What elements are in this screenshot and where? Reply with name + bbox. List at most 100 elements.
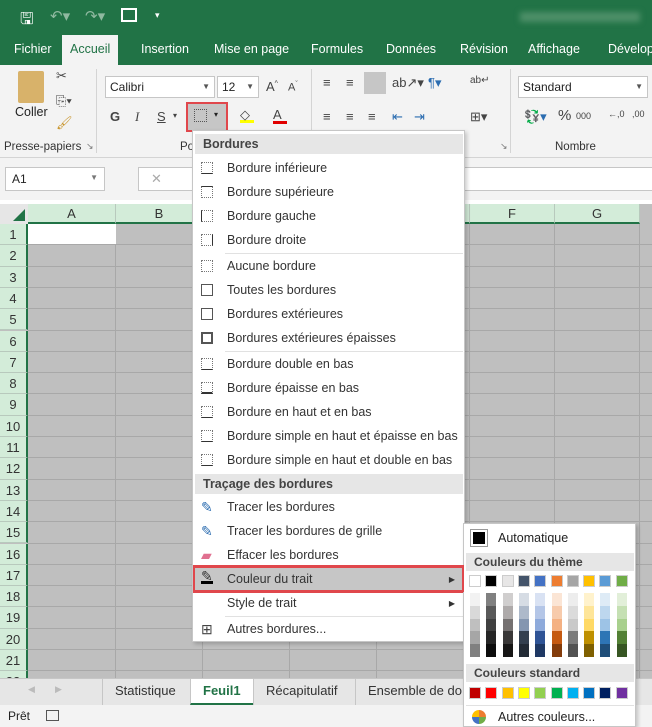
theme-shade-swatch[interactable]: [566, 605, 579, 619]
prev-sheet-icon[interactable]: ◀: [28, 684, 35, 695]
standard-color-swatch[interactable]: [599, 687, 612, 699]
tab-4[interactable]: Formules: [303, 35, 371, 65]
row-header-19[interactable]: 19: [0, 607, 28, 629]
decrease-decimal-icon[interactable]: ,00: [632, 109, 645, 119]
theme-shade-swatch[interactable]: [501, 618, 514, 632]
wrap-text-icon[interactable]: ab↵: [470, 75, 490, 86]
theme-shade-swatch[interactable]: [517, 618, 530, 632]
underline-button[interactable]: S: [157, 109, 166, 124]
fill-color-icon[interactable]: ◇: [240, 107, 254, 123]
theme-shade-swatch[interactable]: [469, 644, 481, 657]
tab-8[interactable]: Développ: [600, 35, 652, 65]
theme-shade-swatch[interactable]: [566, 644, 579, 657]
bold-button[interactable]: G: [110, 109, 120, 124]
theme-shade-swatch[interactable]: [485, 644, 498, 657]
theme-color-swatch[interactable]: [485, 575, 498, 587]
theme-shade-swatch[interactable]: [501, 631, 514, 645]
customize-icon[interactable]: ▾: [155, 10, 160, 21]
form-icon[interactable]: [121, 8, 137, 22]
theme-color-swatch[interactable]: [566, 575, 579, 587]
row-header-3[interactable]: 3: [0, 266, 28, 288]
menu-item-border-11[interactable]: Bordure simple en haut et épaisse en bas: [195, 425, 463, 448]
theme-shade-swatch[interactable]: [599, 618, 612, 632]
standard-color-swatch[interactable]: [469, 687, 481, 699]
column-header-G[interactable]: G: [555, 204, 640, 224]
increase-indent-icon[interactable]: ⇥: [414, 109, 425, 125]
menu-item-border-2[interactable]: Bordure gauche: [195, 205, 463, 228]
align-bottom-button[interactable]: [364, 72, 386, 94]
select-all-button[interactable]: [0, 204, 28, 224]
align-center-icon[interactable]: ≡: [346, 109, 354, 124]
theme-shade-swatch[interactable]: [534, 618, 547, 632]
theme-shade-swatch[interactable]: [615, 593, 628, 606]
row-header-17[interactable]: 17: [0, 564, 28, 587]
theme-color-swatch[interactable]: [599, 575, 612, 587]
theme-color-swatch[interactable]: [550, 575, 563, 587]
menu-item-draw-4[interactable]: Style de trait ▶: [195, 592, 463, 615]
theme-shade-swatch[interactable]: [517, 605, 530, 619]
theme-shade-swatch[interactable]: [469, 605, 481, 619]
percent-button[interactable]: %: [558, 107, 571, 124]
tab-2[interactable]: Insertion: [133, 35, 197, 65]
menu-item-draw-0[interactable]: ✎ Tracer les bordures: [195, 496, 463, 519]
theme-shade-swatch[interactable]: [566, 593, 579, 606]
theme-color-swatch[interactable]: [615, 575, 628, 587]
row-header-16[interactable]: 16: [0, 543, 28, 565]
standard-color-swatch[interactable]: [566, 687, 579, 699]
theme-shade-swatch[interactable]: [501, 644, 514, 657]
decrease-indent-icon[interactable]: ⇤: [392, 109, 403, 125]
theme-shade-swatch[interactable]: [599, 631, 612, 645]
theme-color-swatch[interactable]: [534, 575, 547, 587]
row-header-4[interactable]: 4: [0, 287, 28, 310]
redo-icon[interactable]: ↷▾: [85, 7, 105, 25]
theme-shade-swatch[interactable]: [566, 631, 579, 645]
menu-item-border-10[interactable]: Bordure en haut et en bas: [195, 401, 463, 424]
currency-icon[interactable]: 💱▾: [524, 109, 547, 125]
font-name-select[interactable]: Calibri ▼: [105, 76, 215, 98]
increase-decimal-icon[interactable]: ←,0: [608, 109, 625, 119]
copy-icon[interactable]: ⎘▾: [56, 93, 72, 109]
cut-icon[interactable]: ✂: [56, 68, 67, 84]
theme-shade-swatch[interactable]: [583, 618, 596, 632]
merge-icon[interactable]: ⊞▾: [470, 109, 487, 125]
font-color-icon[interactable]: A: [273, 107, 287, 124]
paste-button[interactable]: Coller: [15, 105, 48, 119]
more-colors-item[interactable]: Autres couleurs...: [466, 705, 634, 727]
theme-shade-swatch[interactable]: [550, 644, 563, 657]
tab-1[interactable]: Accueil: [62, 35, 119, 65]
number-format-select[interactable]: Standard ▼: [518, 76, 648, 98]
theme-shade-swatch[interactable]: [485, 631, 498, 645]
menu-item-border-9[interactable]: Bordure épaisse en bas: [195, 377, 463, 400]
theme-shade-swatch[interactable]: [534, 631, 547, 645]
align-left-icon[interactable]: ≡: [323, 109, 331, 124]
standard-color-swatch[interactable]: [517, 687, 530, 699]
align-top-icon[interactable]: ≡: [323, 75, 331, 90]
theme-shade-swatch[interactable]: [534, 644, 547, 657]
menu-item-border-0[interactable]: Bordure inférieure: [195, 157, 463, 180]
standard-color-swatch[interactable]: [550, 687, 563, 699]
row-header-5[interactable]: 5: [0, 309, 28, 331]
rtl-icon[interactable]: ¶▾: [428, 75, 442, 91]
row-header-2[interactable]: 2: [0, 245, 28, 267]
standard-color-swatch[interactable]: [485, 687, 498, 699]
theme-shade-swatch[interactable]: [615, 605, 628, 619]
menu-item-draw-1[interactable]: ✎ Tracer les bordures de grille: [195, 520, 463, 543]
tab-5[interactable]: Données: [378, 35, 444, 65]
column-header-A[interactable]: A: [28, 204, 116, 224]
cancel-icon[interactable]: ✕: [151, 171, 162, 187]
row-header-15[interactable]: 15: [0, 522, 28, 544]
shrink-font-icon[interactable]: Aˇ: [288, 81, 298, 94]
dialog-launcher-icon[interactable]: ↘: [86, 141, 94, 152]
theme-shade-swatch[interactable]: [534, 605, 547, 619]
row-header-8[interactable]: 8: [0, 373, 28, 395]
theme-shade-swatch[interactable]: [501, 605, 514, 619]
row-header-13[interactable]: 13: [0, 479, 28, 501]
row-header-18[interactable]: 18: [0, 586, 28, 608]
row-header-12[interactable]: 12: [0, 458, 28, 480]
theme-color-swatch[interactable]: [517, 575, 530, 587]
menu-item-border-8[interactable]: Bordure double en bas: [195, 353, 463, 376]
theme-color-swatch[interactable]: [469, 575, 481, 587]
automatic-color-item[interactable]: Automatique: [466, 526, 634, 550]
menu-item-border-7[interactable]: Bordures extérieures épaisses: [195, 327, 463, 350]
theme-shade-swatch[interactable]: [550, 618, 563, 632]
